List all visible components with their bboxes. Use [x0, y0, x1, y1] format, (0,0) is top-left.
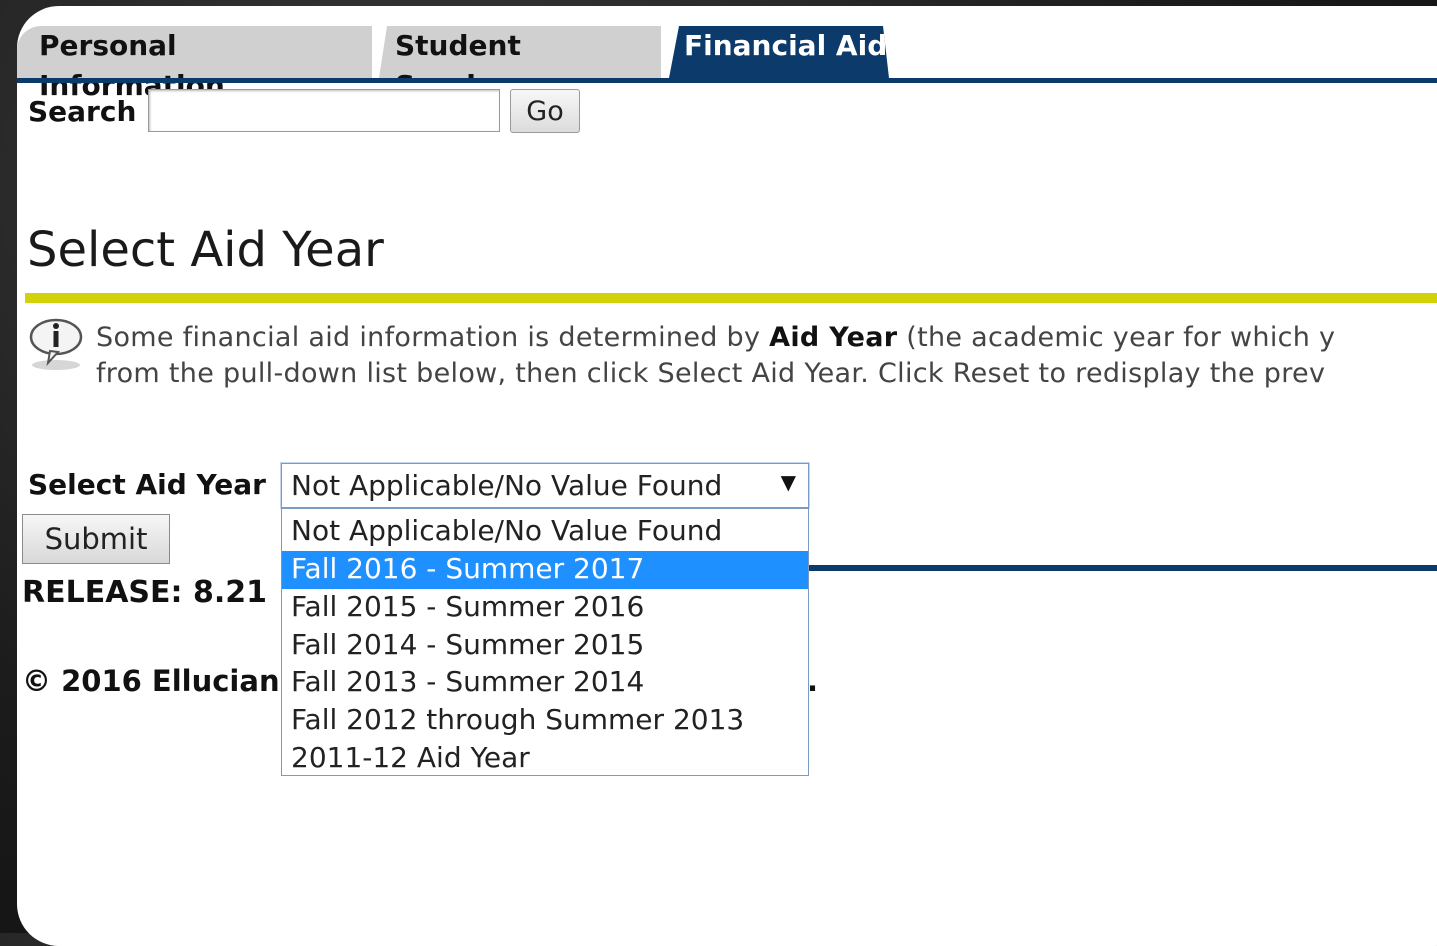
aid-year-option[interactable]: Fall 2012 through Summer 2013 — [282, 702, 808, 740]
dropdown-arrow-icon: ▼ — [780, 470, 796, 494]
go-button[interactable]: Go — [510, 89, 580, 133]
info-line1-start: Some financial aid information is determ… — [96, 322, 770, 353]
aid-year-option[interactable]: Fall 2014 - Summer 2015 — [282, 627, 808, 665]
tab-financial-aid[interactable]: Financial Aid — [669, 26, 889, 78]
aid-year-label: Select Aid Year — [28, 468, 266, 501]
aid-year-select[interactable]: Not Applicable/No Value Found ▼ — [281, 463, 809, 508]
info-message: Some financial aid information is determ… — [96, 320, 1335, 392]
aid-year-current-value: Not Applicable/No Value Found — [291, 469, 723, 502]
page-title: Select Aid Year — [27, 222, 384, 279]
aid-year-option[interactable]: Fall 2013 - Summer 2014 — [282, 664, 808, 702]
aid-year-dropdown-list: Not Applicable/No Value Found Fall 2016 … — [281, 508, 809, 776]
info-line1-end: (the academic year for which y — [897, 322, 1336, 353]
info-line2: from the pull-down list below, then clic… — [96, 358, 1326, 389]
aid-year-option[interactable]: 2011-12 Aid Year — [282, 740, 808, 778]
aid-year-option-highlighted[interactable]: Fall 2016 - Summer 2017 — [282, 551, 808, 589]
copyright-text: © 2016 Ellucian — [22, 664, 280, 698]
browser-page: Personal Information Student Services Fi… — [17, 6, 1437, 946]
info-speech-bubble-icon — [29, 318, 83, 370]
tab-student-services[interactable]: Student Services — [379, 26, 661, 78]
info-line1-bold: Aid Year — [769, 322, 898, 353]
title-divider — [25, 293, 1437, 303]
search-input[interactable] — [148, 89, 500, 132]
tab-underline — [17, 78, 1437, 83]
tab-bar: Personal Information Student Services Fi… — [17, 6, 1437, 102]
search-label: Search — [28, 95, 137, 128]
tab-personal-information[interactable]: Personal Information — [17, 26, 372, 102]
aid-year-option[interactable]: Not Applicable/No Value Found — [282, 513, 808, 551]
submit-button[interactable]: Submit — [22, 514, 170, 564]
footer-divider — [809, 565, 1437, 571]
aid-year-option[interactable]: Fall 2015 - Summer 2016 — [282, 589, 808, 627]
release-version: RELEASE: 8.21 — [22, 575, 267, 610]
